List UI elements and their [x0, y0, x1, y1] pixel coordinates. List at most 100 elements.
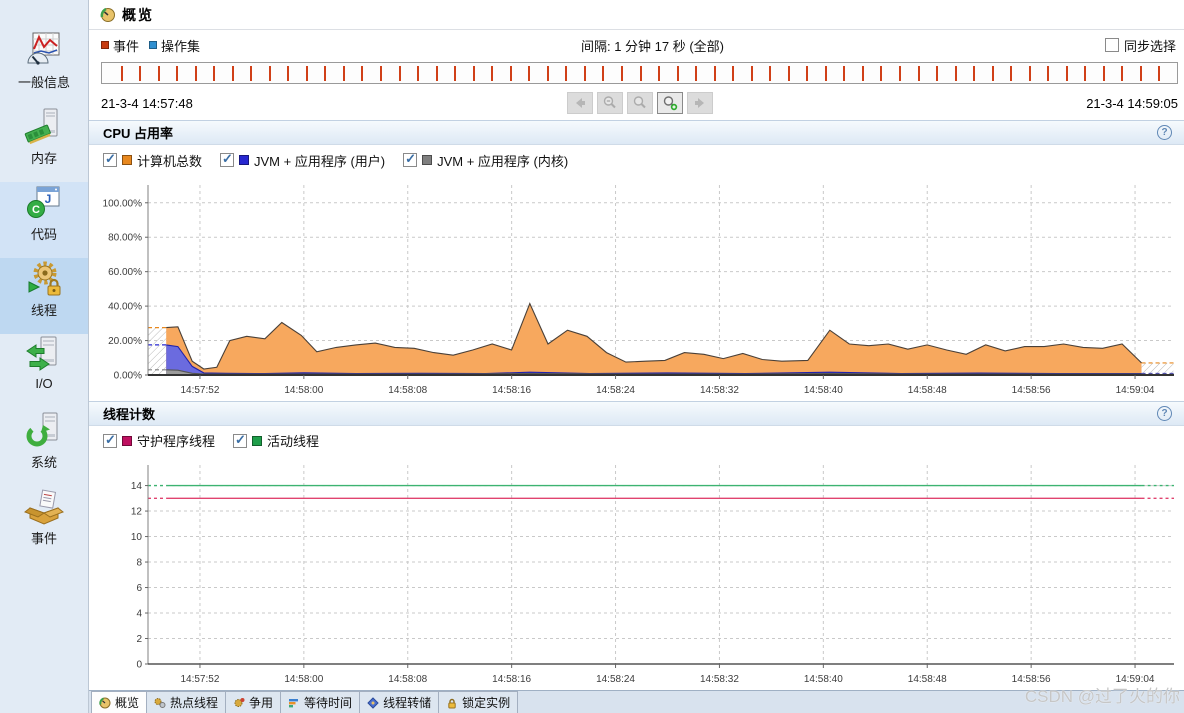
svg-text:14:58:48: 14:58:48 — [908, 385, 947, 396]
timeline-start-time: 21-3-4 14:57:48 — [101, 96, 193, 111]
event-tick — [584, 66, 586, 81]
cpu-jvm-kernel-checkbox[interactable] — [403, 153, 417, 167]
sidebar-item-system[interactable]: 系统 — [0, 410, 88, 486]
tab-label: 概览 — [115, 694, 139, 711]
svg-text:14:58:24: 14:58:24 — [596, 385, 635, 396]
event-tick — [399, 66, 401, 81]
sidebar-item-general-info[interactable]: 一般信息 — [0, 30, 88, 106]
tab-thread-dump[interactable]: 线程转储 — [359, 691, 439, 713]
event-tick — [491, 66, 493, 81]
svg-text:14:58:08: 14:58:08 — [388, 674, 427, 685]
cpu-legend-jvm-user: JVM + 应用程序 (用户) — [220, 151, 385, 170]
live-threads-color-swatch — [252, 436, 262, 446]
event-tick — [1103, 66, 1105, 81]
cpu-chart[interactable]: 0.00%20.00%40.00%60.00%80.00%100.00%14:5… — [89, 175, 1184, 401]
svg-text:C: C — [32, 204, 40, 216]
zoom-in-icon — [662, 95, 678, 111]
event-tick — [880, 66, 882, 81]
event-tick — [973, 66, 975, 81]
forward-button[interactable] — [687, 92, 713, 114]
tab-contention[interactable]: 争用 — [225, 691, 281, 713]
zoom-out-button[interactable] — [597, 92, 623, 114]
event-tick — [936, 66, 938, 81]
waiting-time-tab-icon — [288, 697, 300, 709]
thread-count-chart[interactable]: 0246810121414:57:5214:58:0014:58:0814:58… — [89, 455, 1184, 690]
event-tick — [1158, 66, 1160, 81]
event-tick — [324, 66, 326, 81]
svg-text:14:58:32: 14:58:32 — [700, 674, 739, 685]
main-area: 概览 事件 操作集 间隔: 1 分钟 17 秒 (全部) 同步选择 — [89, 0, 1184, 713]
svg-text:14:59:04: 14:59:04 — [1116, 385, 1155, 396]
sync-selection-label: 同步选择 — [1124, 36, 1176, 55]
thread-chart[interactable]: 0246810121414:57:5214:58:0014:58:0814:58… — [89, 455, 1184, 690]
svg-text:14:57:52: 14:57:52 — [180, 385, 219, 396]
timeline-bar[interactable] — [101, 62, 1178, 84]
sidebar-item-label: 内存 — [0, 148, 88, 167]
event-tick — [417, 66, 419, 81]
event-tick — [1066, 66, 1068, 81]
operation-set-legend-label: 操作集 — [161, 36, 200, 55]
svg-text:14:58:56: 14:58:56 — [1012, 674, 1051, 685]
tab-hot-threads[interactable]: 热点线程 — [146, 691, 226, 713]
svg-text:14:58:32: 14:58:32 — [700, 385, 739, 396]
svg-text:4: 4 — [136, 609, 142, 620]
overview-gauge-icon — [100, 7, 116, 23]
event-tick — [139, 66, 141, 81]
cpu-jvm-user-checkbox[interactable] — [220, 153, 234, 167]
cpu-jvm-user-color-swatch — [239, 155, 249, 165]
event-tick — [250, 66, 252, 81]
thread-help-icon[interactable]: ? — [1157, 406, 1172, 421]
thread-legend: 守护程序线程 活动线程 — [89, 426, 1184, 455]
event-tick — [602, 66, 604, 81]
cpu-legend-jvm-kernel: JVM + 应用程序 (内核) — [403, 151, 568, 170]
tab-label: 争用 — [249, 694, 273, 711]
event-tick — [343, 66, 345, 81]
back-button[interactable] — [567, 92, 593, 114]
event-tick — [751, 66, 753, 81]
thread-panel-header: 线程计数 ? — [89, 401, 1184, 426]
event-tick — [361, 66, 363, 81]
event-tick — [806, 66, 808, 81]
tab-lock-instances[interactable]: 锁定实例 — [438, 691, 518, 713]
sidebar-item-events[interactable]: 事件 — [0, 486, 88, 562]
svg-text:14:58:48: 14:58:48 — [908, 674, 947, 685]
tab-overview[interactable]: 概览 — [91, 691, 147, 713]
cpu-usage-chart[interactable]: 0.00%20.00%40.00%60.00%80.00%100.00%14:5… — [89, 175, 1184, 401]
cpu-help-icon[interactable]: ? — [1157, 125, 1172, 140]
sidebar: 一般信息 内存 — [0, 0, 89, 713]
svg-text:14:58:40: 14:58:40 — [804, 674, 843, 685]
svg-text:0.00%: 0.00% — [114, 371, 142, 382]
event-tick — [843, 66, 845, 81]
cpu-jvm-kernel-color-swatch — [422, 155, 432, 165]
svg-text:14: 14 — [131, 481, 143, 492]
sidebar-item-io[interactable]: I/O — [0, 334, 88, 410]
events-icon — [24, 486, 64, 526]
zoom-fit-icon — [632, 95, 648, 111]
sidebar-item-memory[interactable]: 内存 — [0, 106, 88, 182]
event-tick — [473, 66, 475, 81]
events-legend-label: 事件 — [113, 36, 139, 55]
contention-tab-icon — [233, 697, 245, 709]
event-tick — [195, 66, 197, 81]
tab-waiting-time[interactable]: 等待时间 — [280, 691, 360, 713]
lock-instances-tab-icon — [446, 697, 458, 709]
zoom-in-button[interactable] — [657, 92, 683, 114]
daemon-threads-checkbox[interactable] — [103, 434, 117, 448]
cpu-panel-title: CPU 占用率 — [103, 123, 173, 142]
svg-text:14:58:00: 14:58:00 — [284, 385, 323, 396]
tab-label: 线程转储 — [383, 694, 431, 711]
zoom-fit-button[interactable] — [627, 92, 653, 114]
cpu-jvm-kernel-label: JVM + 应用程序 (内核) — [437, 151, 568, 170]
event-tick — [565, 66, 567, 81]
sync-selection-checkbox[interactable] — [1105, 38, 1119, 52]
sidebar-item-threads[interactable]: 线程 — [0, 258, 88, 334]
daemon-threads-label: 守护程序线程 — [137, 431, 215, 450]
svg-text:10: 10 — [131, 532, 143, 543]
cpu-total-checkbox[interactable] — [103, 153, 117, 167]
svg-text:12: 12 — [131, 507, 143, 518]
sidebar-item-code[interactable]: J C 代码 — [0, 182, 88, 258]
event-tick — [732, 66, 734, 81]
timeline-legend: 事件 操作集 — [101, 36, 200, 55]
event-tick — [825, 66, 827, 81]
live-threads-checkbox[interactable] — [233, 434, 247, 448]
